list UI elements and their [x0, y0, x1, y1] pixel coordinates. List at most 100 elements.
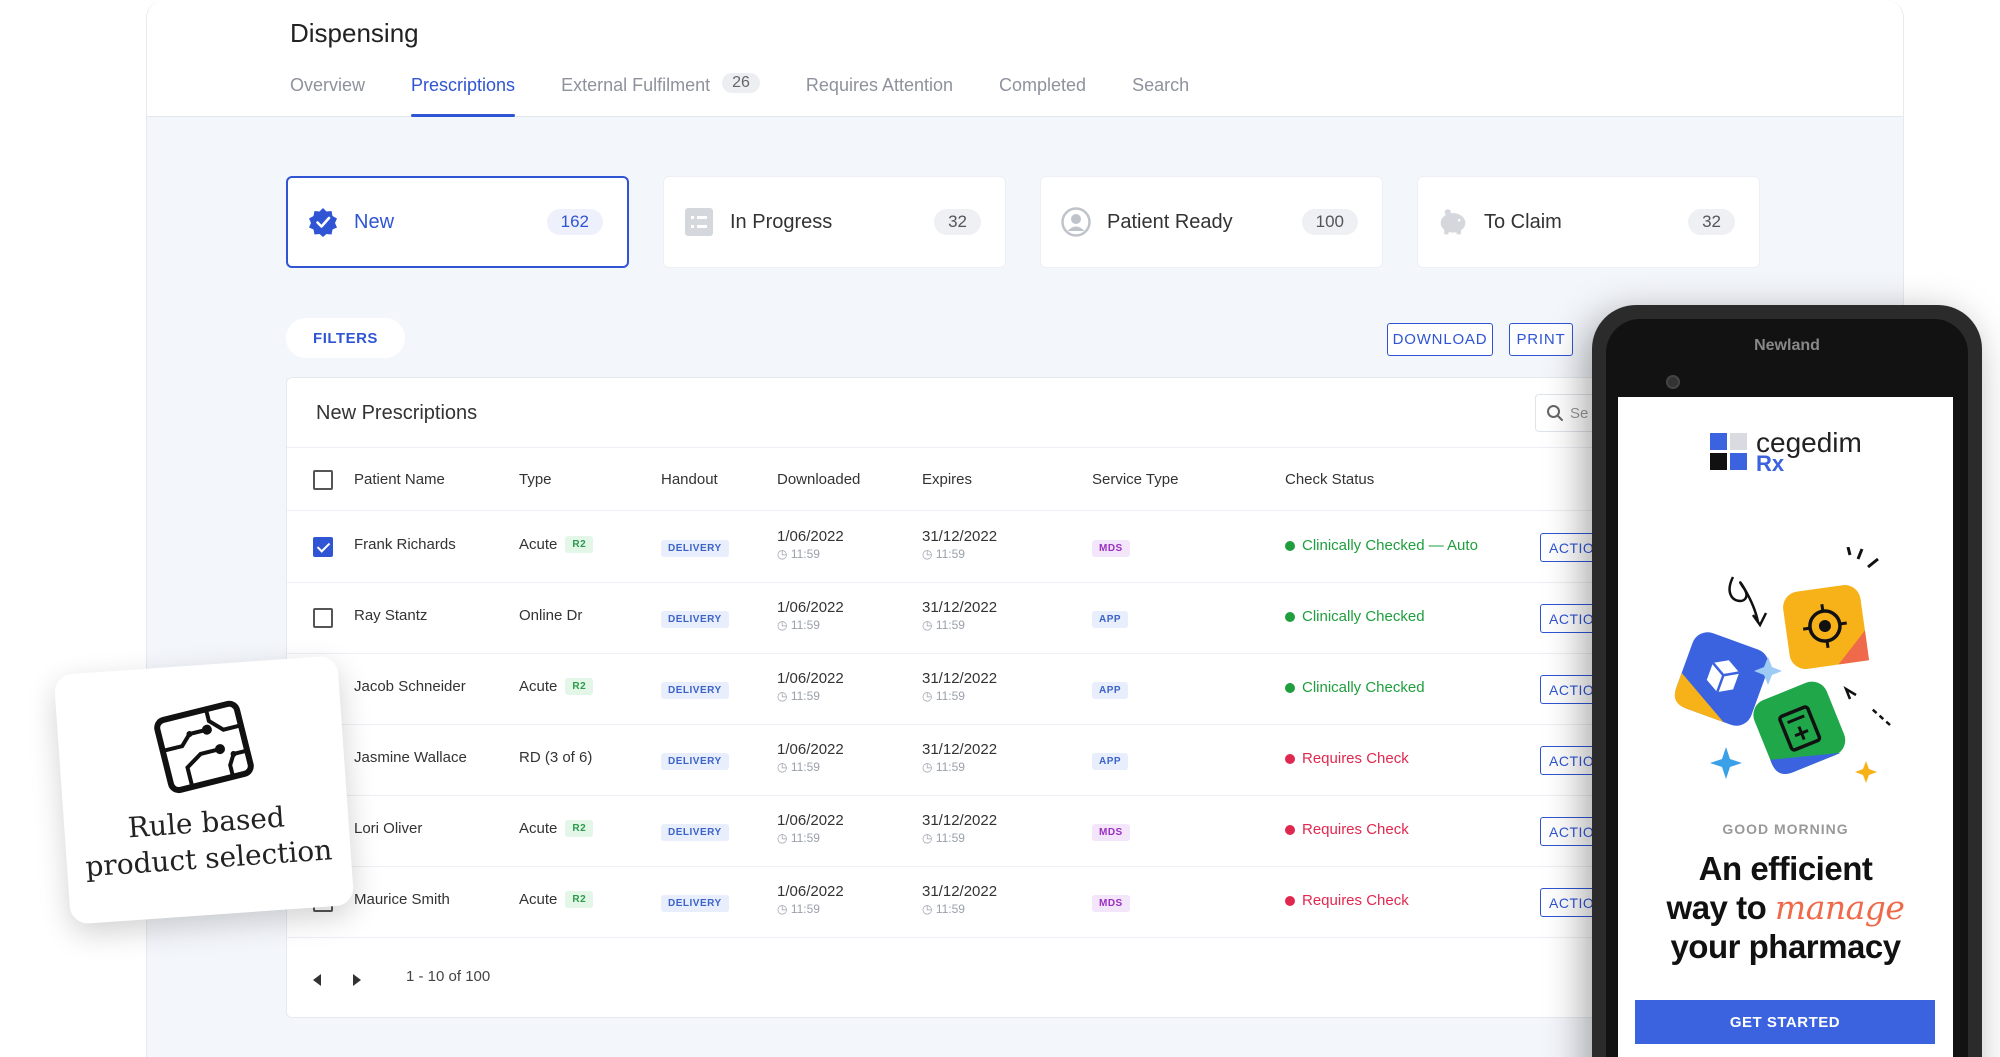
- service-type-cell: MDS: [1092, 893, 1130, 912]
- status-dot-icon: [1285, 611, 1295, 622]
- downloaded-cell: 1/06/2022 ◷ 11:59: [777, 741, 844, 774]
- downloaded-cell: 1/06/2022 ◷ 11:59: [777, 528, 844, 561]
- downloaded-date: 1/06/2022: [777, 741, 844, 758]
- tab-prescriptions[interactable]: Prescriptions: [411, 75, 516, 117]
- patient-name[interactable]: Jacob Schneider: [354, 678, 466, 695]
- headline-script: manage: [1774, 888, 1905, 927]
- expires-date: 31/12/2022: [922, 812, 998, 829]
- app-header: Dispensing Overview Prescriptions Extern…: [147, 0, 1903, 117]
- column-header[interactable]: Patient Name: [354, 471, 445, 488]
- expires-date: 31/12/2022: [922, 883, 998, 900]
- service-type-badge: APP: [1092, 753, 1129, 770]
- row-checkbox[interactable]: [313, 537, 333, 557]
- patient-name[interactable]: Ray Stantz: [354, 607, 427, 624]
- downloaded-date: 1/06/2022: [777, 528, 844, 545]
- status-text: Requires Check: [1302, 892, 1409, 909]
- patient-name[interactable]: Jasmine Wallace: [354, 749, 467, 766]
- circuit-board-icon: [152, 698, 257, 802]
- service-type-cell: APP: [1092, 609, 1129, 628]
- table-row[interactable]: Jasmine Wallace RD (3 of 6) DELIVERY 1/06/2…: [287, 725, 1785, 796]
- downloaded-cell: 1/06/2022 ◷ 11:59: [777, 670, 844, 703]
- time-text: 11:59: [935, 547, 965, 561]
- handout-badge: DELIVERY: [661, 824, 729, 841]
- tab-overview[interactable]: Overview: [290, 75, 365, 117]
- table-row[interactable]: Frank Richards Acute R2 DELIVERY 1/06/2022 ◷ …: [287, 512, 1785, 583]
- card-count: 162: [546, 209, 603, 235]
- prescriptions-table: New Prescriptions Se Patient Name Type H…: [286, 377, 1786, 1018]
- select-all-checkbox[interactable]: [313, 470, 333, 490]
- time-text: 11:59: [790, 547, 820, 561]
- column-header[interactable]: Service Type: [1092, 471, 1178, 488]
- device-screen: cegedim Rx GOOD MORNING An efficient way…: [1618, 397, 1953, 1057]
- status-text: Requires Check: [1302, 821, 1409, 838]
- tab-label: Overview: [290, 75, 366, 95]
- type-cell: Acute R2: [519, 820, 594, 837]
- service-type-cell: MDS: [1092, 538, 1130, 557]
- tab-requires-attention[interactable]: Requires Attention: [806, 75, 953, 117]
- status-card-new[interactable]: New 162: [286, 176, 629, 268]
- patient-name[interactable]: Frank Richards: [354, 536, 456, 553]
- expires-time: ◷ 11:59: [922, 902, 997, 916]
- column-header[interactable]: Check Status: [1285, 471, 1374, 488]
- table-row[interactable]: Ray Stantz Online Dr DELIVERY 1/06/2022 ◷ 11…: [287, 583, 1785, 654]
- expires-cell: 31/12/2022 ◷ 11:59: [922, 883, 997, 916]
- downloaded-time: ◷ 11:59: [777, 618, 844, 632]
- time-text: 11:59: [935, 760, 965, 774]
- table-row[interactable]: Lori Oliver Acute R2 DELIVERY 1/06/2022 ◷ 11:…: [287, 796, 1785, 867]
- prev-page-button[interactable]: [313, 974, 321, 986]
- type-cell: Acute R2: [519, 678, 594, 695]
- tab-completed[interactable]: Completed: [999, 75, 1086, 117]
- expires-date: 31/12/2022: [922, 599, 998, 616]
- row-checkbox[interactable]: [313, 608, 333, 628]
- tab-search[interactable]: Search: [1132, 75, 1189, 117]
- service-type-cell: APP: [1092, 680, 1129, 699]
- handout-badge: DELIVERY: [661, 540, 729, 557]
- patient-name[interactable]: Lori Oliver: [354, 820, 422, 837]
- expires-cell: 31/12/2022 ◷ 11:59: [922, 670, 997, 703]
- type-text: Acute: [519, 678, 558, 695]
- type-tag-badge: R2: [565, 678, 594, 695]
- print-button[interactable]: PRINT: [1509, 323, 1573, 356]
- table-row[interactable]: Jacob Schneider Acute R2 DELIVERY 1/06/2022 ◷…: [287, 654, 1785, 725]
- user-circle-icon: [1061, 207, 1091, 237]
- type-cell: Acute R2: [519, 891, 594, 908]
- check-status: Requires Check: [1285, 750, 1409, 767]
- status-card-patient-ready[interactable]: Patient Ready 100: [1040, 176, 1383, 268]
- type-cell: Acute R2: [519, 536, 594, 553]
- service-type-badge: MDS: [1092, 540, 1130, 557]
- column-header[interactable]: Expires: [922, 471, 972, 488]
- expires-time: ◷ 11:59: [922, 831, 997, 845]
- type-cell: Online Dr: [519, 607, 582, 624]
- downloaded-cell: 1/06/2022 ◷ 11:59: [777, 599, 844, 632]
- time-text: 11:59: [935, 689, 965, 703]
- column-header[interactable]: Handout: [661, 471, 718, 488]
- column-header[interactable]: Type: [519, 471, 552, 488]
- status-card-in-progress[interactable]: In Progress 32: [663, 176, 1006, 268]
- check-status: Clinically Checked: [1285, 679, 1425, 696]
- card-label: To Claim: [1484, 210, 1562, 233]
- type-cell: RD (3 of 6): [519, 749, 592, 766]
- time-text: 11:59: [935, 831, 965, 845]
- clock-icon: ◷: [922, 760, 936, 774]
- table-title: New Prescriptions: [316, 402, 478, 424]
- tab-external-fulfilment[interactable]: External Fulfilment 26: [561, 73, 760, 117]
- status-card-to-claim[interactable]: To Claim 32: [1417, 176, 1760, 268]
- table-row[interactable]: Maurice Smith Acute R2 DELIVERY 1/06/2022 ◷ 1…: [287, 867, 1785, 938]
- downloaded-date: 1/06/2022: [777, 812, 844, 829]
- time-text: 11:59: [790, 760, 820, 774]
- column-header[interactable]: Downloaded: [777, 471, 860, 488]
- app-logo-sub: Rx: [1756, 451, 1785, 476]
- filters-button[interactable]: FILTERS: [286, 318, 405, 358]
- next-page-button[interactable]: [353, 974, 361, 986]
- download-button[interactable]: DOWNLOAD: [1387, 323, 1493, 356]
- status-dot-icon: [1285, 540, 1295, 551]
- time-text: 11:59: [790, 689, 820, 703]
- status-text: Clinically Checked: [1302, 608, 1425, 625]
- status-text: Clinically Checked — Auto: [1302, 537, 1478, 554]
- downloaded-date: 1/06/2022: [777, 883, 844, 900]
- tab-bar: Overview Prescriptions External Fulfilme…: [290, 73, 1235, 117]
- patient-name[interactable]: Maurice Smith: [354, 891, 450, 908]
- get-started-button[interactable]: GET STARTED: [1635, 1000, 1935, 1044]
- status-text: Requires Check: [1302, 750, 1409, 767]
- service-type-badge: APP: [1092, 682, 1129, 699]
